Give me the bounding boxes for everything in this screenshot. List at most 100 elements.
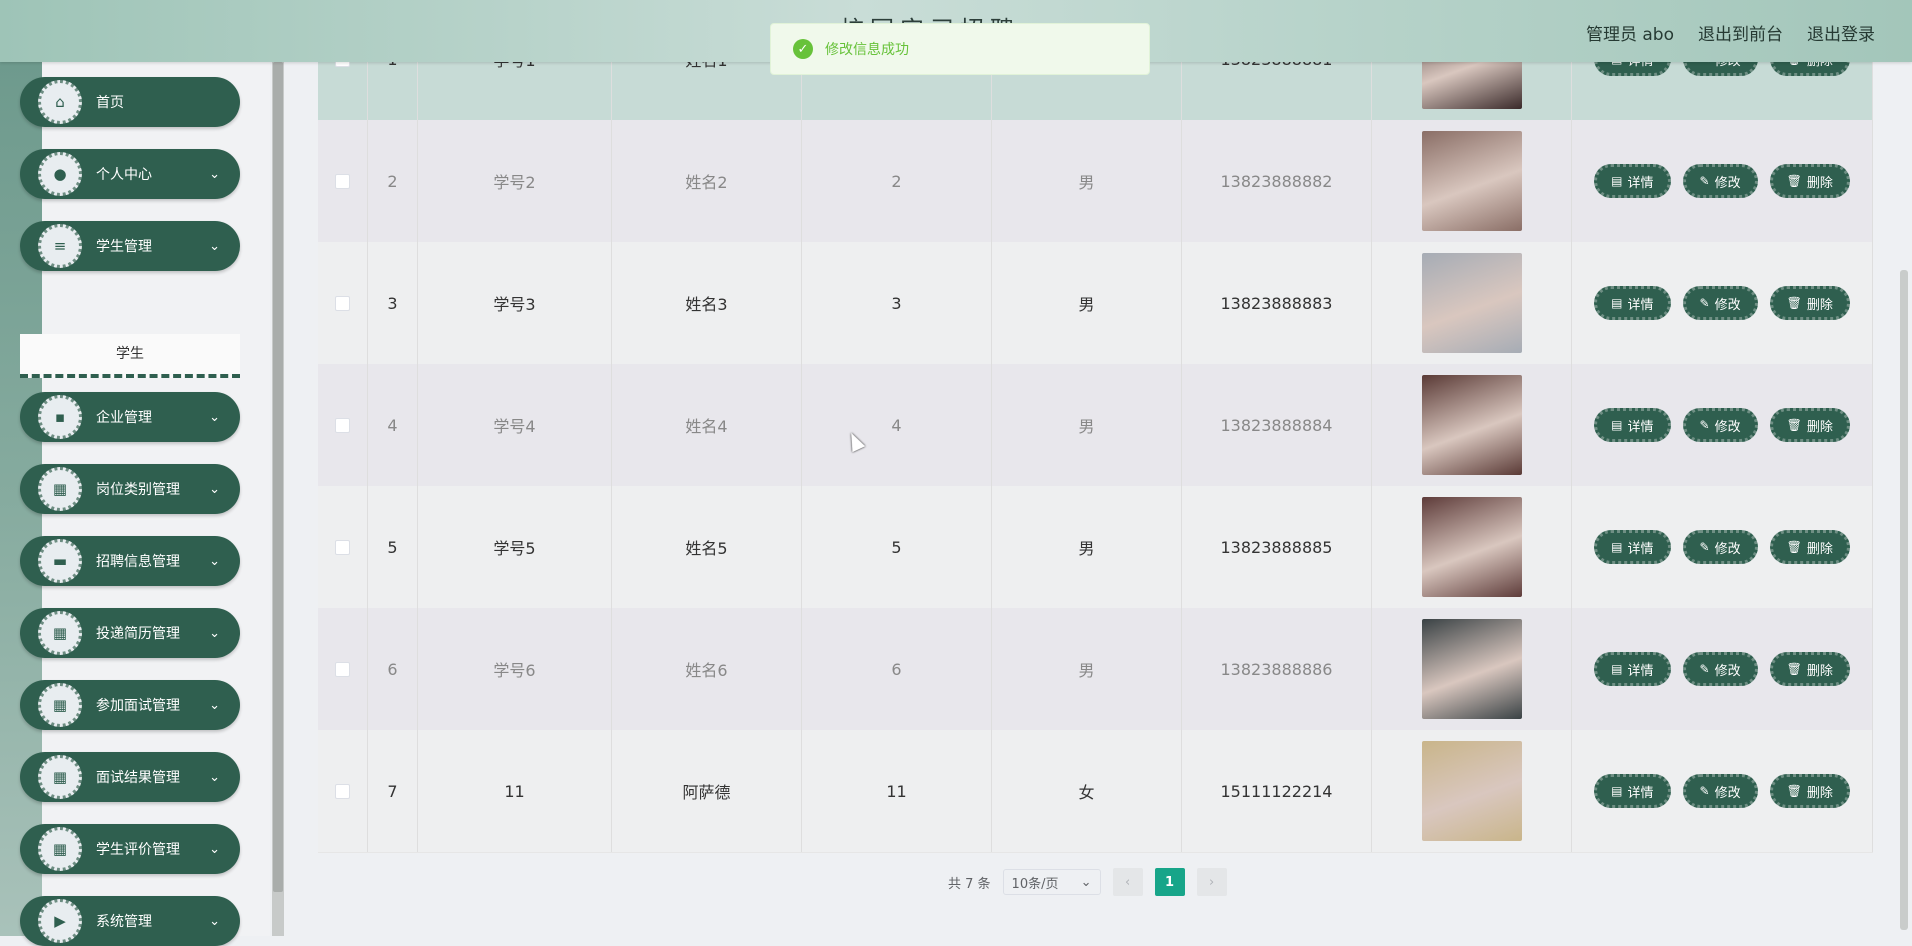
delete-button[interactable]: 🗑 删除	[1769, 774, 1850, 808]
sidebar-scrollbar-thumb[interactable]	[273, 62, 283, 892]
student-age-cell: 11	[802, 730, 992, 852]
sidebar-item-label: 学生管理	[96, 239, 152, 255]
sidebar-item-evaluations[interactable]: ▦ 学生评价管理 ⌄	[20, 824, 240, 874]
page-size-select[interactable]: 10条/页 ⌄	[1002, 869, 1101, 895]
chevron-down-icon: ⌄	[209, 166, 220, 182]
student-phone-cell: 13823888884	[1182, 364, 1372, 486]
student-photo-cell	[1372, 364, 1572, 486]
row-checkbox-cell	[318, 242, 368, 364]
table-row: 3 学号3 姓名3 3 男 13823888883 ▤ 详情 ✎ 修改 🗑 删除	[318, 242, 1873, 365]
sidebar-item-recruitment[interactable]: ▬ 招聘信息管理 ⌄	[20, 536, 240, 586]
sidebar-item-job-categories[interactable]: ▦ 岗位类别管理 ⌄	[20, 464, 240, 514]
row-checkbox[interactable]	[335, 539, 350, 555]
logout-link[interactable]: 退出登录	[1807, 20, 1875, 45]
student-photo-cell	[1372, 486, 1572, 608]
row-checkbox[interactable]	[335, 661, 350, 677]
student-photo-cell	[1372, 730, 1572, 852]
admin-user-link[interactable]: 管理员 abo	[1586, 20, 1674, 45]
document-icon: ▤	[1611, 296, 1623, 310]
row-index-cell: 3	[368, 242, 418, 364]
delete-button[interactable]: 🗑 删除	[1769, 530, 1850, 564]
building-icon: ▪	[38, 395, 82, 439]
chevron-down-icon: ⌄	[209, 409, 220, 425]
edit-button[interactable]: ✎ 修改	[1682, 652, 1758, 686]
delete-button[interactable]: 🗑 删除	[1769, 652, 1850, 686]
edit-button[interactable]: ✎ 修改	[1682, 530, 1758, 564]
sidebar-item-interview-results[interactable]: ▦ 面试结果管理 ⌄	[20, 752, 240, 802]
student-phone-cell: 15111122214	[1182, 730, 1372, 852]
student-sex-cell: 男	[992, 120, 1182, 242]
detail-button[interactable]: ▤ 详情	[1594, 652, 1671, 686]
detail-button[interactable]: ▤ 详情	[1594, 774, 1671, 808]
detail-button-label: 详情	[1627, 419, 1654, 435]
user-icon: ●	[38, 152, 82, 196]
chevron-down-icon: ⌄	[209, 841, 220, 857]
student-name-cell: 姓名6	[612, 608, 802, 730]
student-phone-cell: 13823888885	[1182, 486, 1372, 608]
trash-icon: 🗑	[1786, 296, 1802, 310]
sidebar-item-companies[interactable]: ▪ 企业管理 ⌄	[20, 392, 240, 442]
trash-icon: 🗑	[1786, 662, 1802, 676]
edit-button-label: 修改	[1714, 175, 1741, 191]
main-scrollbar[interactable]	[1900, 270, 1908, 930]
row-index-cell: 5	[368, 486, 418, 608]
row-checkbox[interactable]	[335, 417, 350, 433]
edit-button-label: 修改	[1714, 297, 1741, 313]
sidebar-scrollbar[interactable]	[272, 62, 284, 936]
row-checkbox[interactable]	[335, 783, 350, 799]
edit-button[interactable]: ✎ 修改	[1682, 408, 1758, 442]
student-phone-cell: 13823888886	[1182, 608, 1372, 730]
submenu-student[interactable]: 学生	[20, 334, 240, 378]
table-row: 5 学号5 姓名5 5 男 13823888885 ▤ 详情 ✎ 修改 🗑 删除	[318, 486, 1873, 609]
list-icon: ≡	[38, 224, 82, 268]
table-row: 7 11 阿萨德 11 女 15111122214 ▤ 详情 ✎ 修改 🗑 删除	[318, 730, 1873, 853]
edit-button[interactable]: ✎ 修改	[1682, 774, 1758, 808]
sidebar-item-resumes[interactable]: ▦ 投递简历管理 ⌄	[20, 608, 240, 658]
trash-icon: 🗑	[1786, 540, 1802, 554]
student-age-cell: 3	[802, 242, 992, 364]
pagination: 共 7 条 10条/页 ⌄ ‹ 1 ›	[948, 868, 1227, 896]
sidebar-item-students[interactable]: ≡ 学生管理 ⌄	[20, 221, 240, 271]
student-name-cell: 姓名2	[612, 120, 802, 242]
student-phone-cell: 13823888882	[1182, 120, 1372, 242]
row-actions-cell: ▤ 详情 ✎ 修改 🗑 删除	[1572, 730, 1873, 852]
row-checkbox[interactable]	[335, 173, 350, 189]
sidebar-item-interviews[interactable]: ▦ 参加面试管理 ⌄	[20, 680, 240, 730]
sidebar-item-personal[interactable]: ● 个人中心 ⌄	[20, 149, 240, 199]
sidebar-item-system[interactable]: ▶ 系统管理 ⌄	[20, 896, 240, 946]
delete-button[interactable]: 🗑 删除	[1769, 286, 1850, 320]
home-icon: ⌂	[38, 80, 82, 124]
student-photo-cell	[1372, 120, 1572, 242]
row-checkbox[interactable]	[335, 295, 350, 311]
edit-button-label: 修改	[1714, 785, 1741, 801]
next-page-button[interactable]: ›	[1196, 868, 1227, 896]
student-photo-cell	[1372, 242, 1572, 364]
detail-button[interactable]: ▤ 详情	[1594, 530, 1671, 564]
sidebar-item-label: 参加面试管理	[96, 698, 180, 714]
edit-button[interactable]: ✎ 修改	[1682, 286, 1758, 320]
detail-button[interactable]: ▤ 详情	[1594, 286, 1671, 320]
table-row: 4 学号4 姓名4 4 男 13823888884 ▤ 详情 ✎ 修改 🗑 删除	[318, 364, 1873, 487]
detail-button[interactable]: ▤ 详情	[1594, 164, 1671, 198]
edit-button-label: 修改	[1714, 541, 1741, 557]
grid-icon: ▦	[38, 827, 82, 871]
page-1-button[interactable]: 1	[1154, 868, 1185, 896]
student-sex-cell: 男	[992, 486, 1182, 608]
sidebar-item-label: 投递简历管理	[96, 626, 180, 642]
sidebar-item-label: 招聘信息管理	[96, 554, 180, 570]
student-age-cell: 4	[802, 364, 992, 486]
edit-button[interactable]: ✎ 修改	[1682, 164, 1758, 198]
row-checkbox-cell	[318, 486, 368, 608]
student-sex-cell: 男	[992, 608, 1182, 730]
sidebar-item-label: 岗位类别管理	[96, 482, 180, 498]
detail-button[interactable]: ▤ 详情	[1594, 408, 1671, 442]
document-icon: ▤	[1611, 418, 1623, 432]
edit-button-label: 修改	[1714, 663, 1741, 679]
chevron-down-icon: ⌄	[209, 238, 220, 254]
prev-page-button[interactable]: ‹	[1112, 868, 1143, 896]
student-phone-cell: 13823888883	[1182, 242, 1372, 364]
delete-button[interactable]: 🗑 删除	[1769, 408, 1850, 442]
delete-button[interactable]: 🗑 删除	[1769, 164, 1850, 198]
sidebar-item-home[interactable]: ⌂ 首页	[20, 77, 240, 127]
back-to-front-link[interactable]: 退出到前台	[1698, 20, 1783, 45]
